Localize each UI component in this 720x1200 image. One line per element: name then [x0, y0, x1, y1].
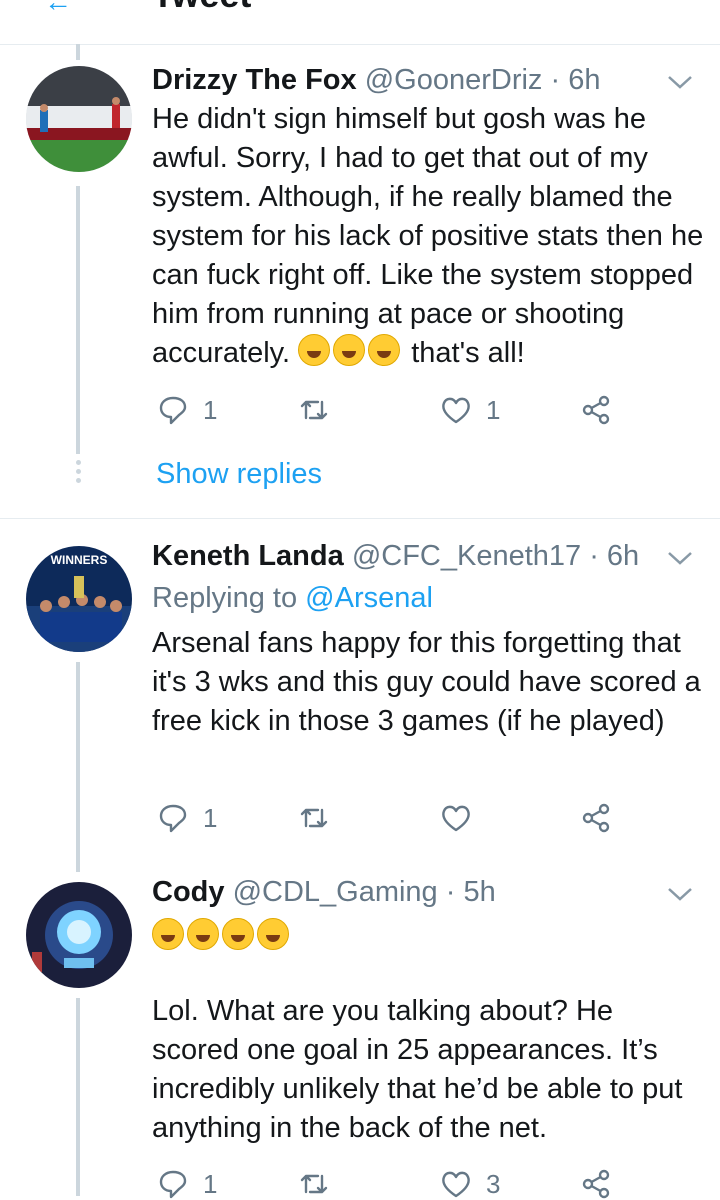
chevron-down-icon[interactable]	[666, 72, 694, 92]
reply-icon	[159, 396, 187, 425]
joy-emoji-icon	[257, 918, 289, 950]
retweet-button[interactable]	[298, 394, 344, 426]
author-handle[interactable]: @CDL_Gaming	[233, 876, 438, 908]
share-button[interactable]	[580, 1168, 612, 1200]
reply-button[interactable]: 1	[157, 394, 217, 426]
retweet-button[interactable]	[298, 802, 344, 834]
like-count: 1	[486, 394, 501, 425]
retweet-icon	[300, 400, 328, 420]
chevron-down-icon[interactable]	[666, 548, 694, 568]
share-icon	[582, 1169, 610, 1199]
like-button[interactable]: 1	[440, 394, 500, 426]
like-button[interactable]	[440, 802, 486, 834]
reply-count: 1	[203, 394, 218, 425]
laughing-emoji-icon	[298, 334, 331, 366]
avatar[interactable]: WINNERS	[26, 546, 132, 652]
author-handle[interactable]: @GoonerDriz	[365, 64, 543, 96]
divider	[0, 518, 720, 519]
tweet-time: · 6h	[550, 64, 601, 96]
laughing-emoji-icon	[222, 918, 254, 950]
show-replies-link[interactable]: Show replies	[156, 456, 322, 492]
share-icon	[582, 395, 610, 425]
replying-to-mention[interactable]: @Arsenal	[305, 582, 433, 614]
laughing-emoji-icon	[333, 334, 366, 366]
tweet-time: · 5h	[445, 876, 496, 908]
chevron-down-icon[interactable]	[666, 884, 694, 904]
reply-button[interactable]: 1	[157, 802, 217, 834]
back-arrow-icon[interactable]: ←	[44, 0, 72, 18]
share-button[interactable]	[580, 802, 612, 834]
joy-emoji-icon	[187, 918, 219, 950]
author-handle[interactable]: @CFC_Keneth17	[352, 540, 581, 572]
tweet-time: · 6h	[589, 540, 640, 572]
reply-icon	[159, 1170, 187, 1199]
share-icon	[582, 803, 610, 833]
tweet-header: Drizzy The Fox @GoonerDriz · 6h	[152, 62, 600, 98]
heart-icon	[442, 1171, 470, 1198]
thread-line	[76, 998, 80, 1196]
avatar[interactable]	[26, 66, 132, 172]
avatar[interactable]	[26, 882, 132, 988]
thread-line	[76, 662, 80, 872]
tweet-header: Keneth Landa @CFC_Keneth17 · 6h	[152, 538, 639, 574]
reply-count: 1	[203, 1168, 218, 1199]
author-name[interactable]: Keneth Landa	[152, 540, 344, 572]
author-name[interactable]: Cody	[152, 876, 225, 908]
reply-button[interactable]: 1	[157, 1168, 217, 1200]
thread-line	[76, 186, 80, 454]
more-replies-dots-icon	[73, 460, 83, 490]
thread-line	[76, 44, 80, 60]
share-button[interactable]	[580, 394, 612, 426]
retweet-button[interactable]	[298, 1168, 344, 1200]
page-title: Tweet	[152, 0, 251, 16]
heart-icon	[442, 397, 470, 424]
reply-icon	[159, 804, 187, 833]
avatar-winners-text: WINNERS	[51, 553, 108, 567]
emoji-row	[152, 918, 704, 957]
tweet-text: He didn't sign himself but gosh was he a…	[152, 103, 704, 369]
tweet-header: Cody @CDL_Gaming · 5h	[152, 874, 496, 910]
replying-to: Replying to @Arsenal	[152, 582, 433, 614]
laughing-emoji-icon	[152, 918, 184, 950]
retweet-icon	[300, 1174, 328, 1194]
header: ← Tweet	[0, 0, 720, 45]
author-name[interactable]: Drizzy The Fox	[152, 64, 357, 96]
tweet-text: Arsenal fans happy for this forgetting t…	[152, 627, 701, 737]
reply-count: 1	[203, 802, 218, 833]
tweet-text: Lol. What are you talking about? He scor…	[152, 995, 683, 1144]
retweet-icon	[300, 808, 328, 828]
like-count: 3	[486, 1168, 501, 1199]
heart-icon	[442, 805, 470, 832]
laughing-emoji-icon	[368, 334, 401, 366]
like-button[interactable]: 3	[440, 1168, 500, 1200]
